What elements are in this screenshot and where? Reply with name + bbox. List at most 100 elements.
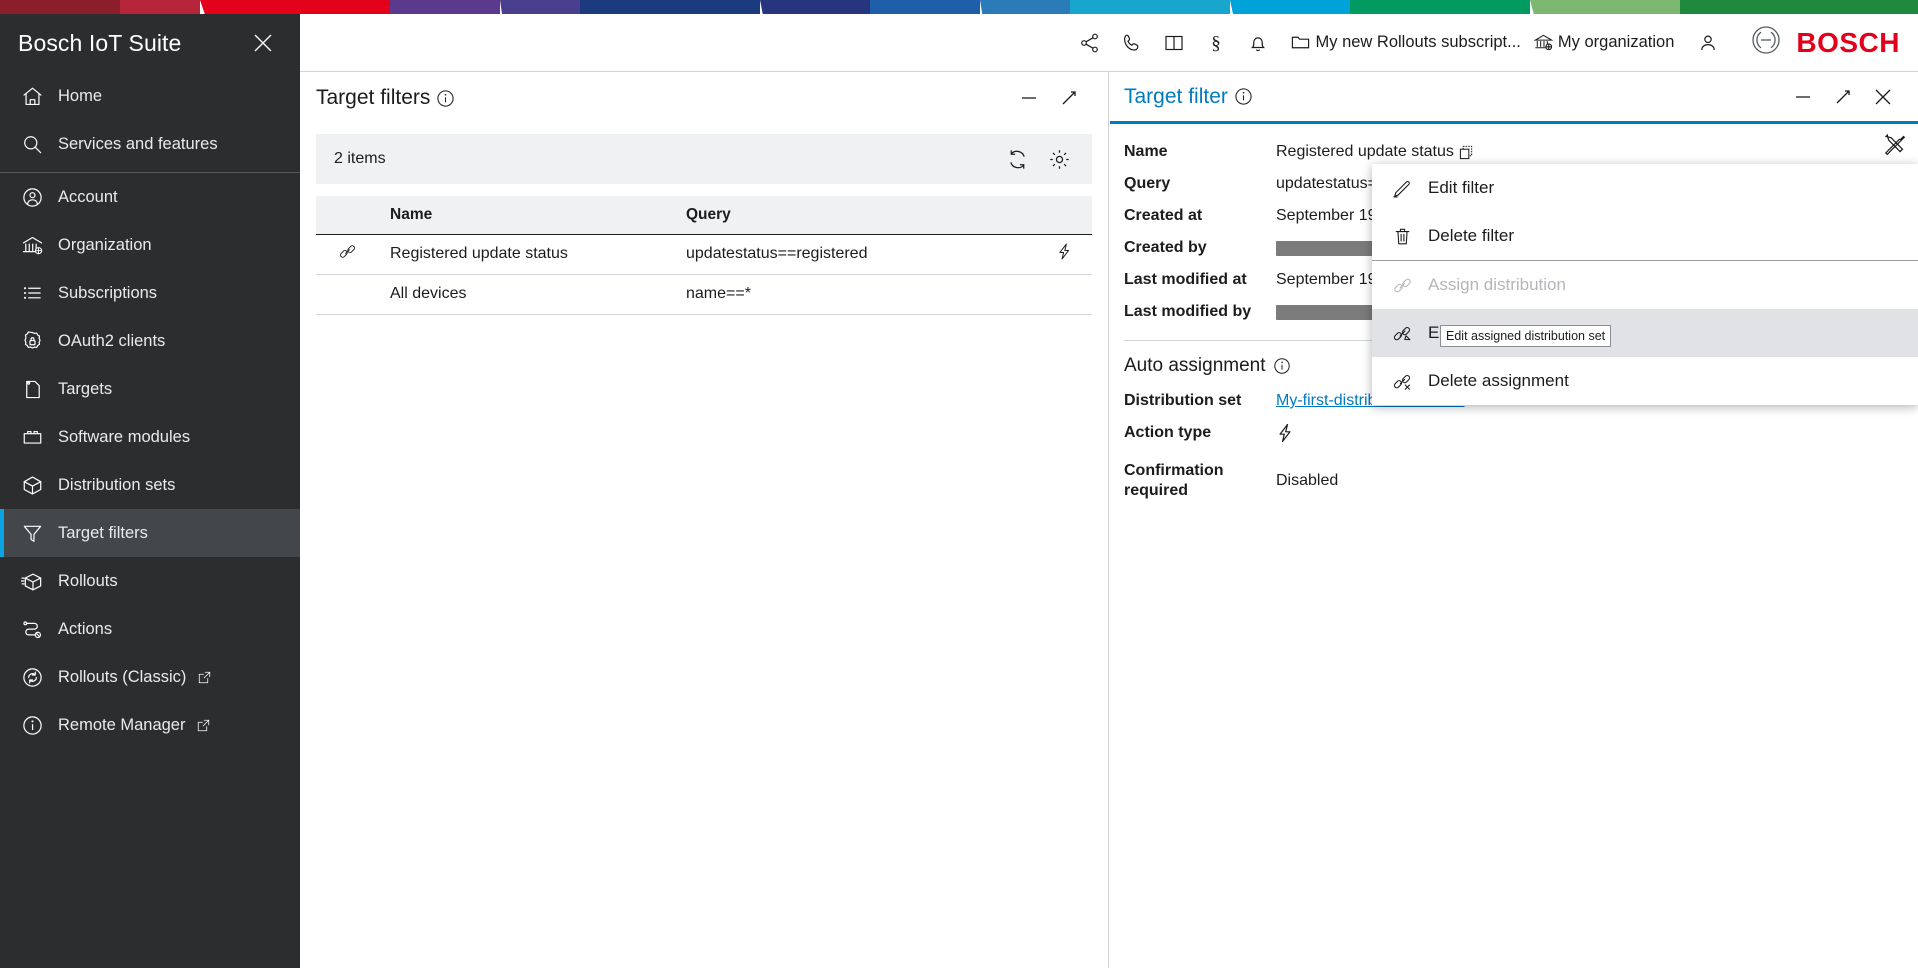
- link-edit-icon: [1386, 323, 1418, 344]
- context-menu: Edit filterDelete filterAssign distribut…: [1372, 164, 1918, 405]
- section-sign-icon[interactable]: §: [1196, 23, 1236, 63]
- supergraphic-segment: [1530, 0, 1680, 14]
- sidebar-item-targets[interactable]: Targets: [0, 365, 300, 413]
- sidebar-item-distribution-sets[interactable]: Distribution sets: [0, 461, 300, 509]
- row-link-icon-cell: [316, 274, 378, 314]
- table-row[interactable]: All devicesname==*: [316, 274, 1092, 314]
- supergraphic-segment: [1680, 0, 1918, 14]
- table-body: Registered update statusupdatestatus==re…: [316, 234, 1092, 314]
- confirmation-required-label: Confirmation required: [1124, 461, 1244, 501]
- share-icon[interactable]: [1070, 23, 1110, 63]
- subscription-label: My new Rollouts subscript...: [1315, 33, 1520, 52]
- refresh-icon[interactable]: [998, 140, 1036, 178]
- sidebar-title: Bosch IoT Suite: [18, 30, 250, 57]
- bell-icon[interactable]: [1238, 23, 1278, 63]
- sidebar-item-home[interactable]: Home: [0, 72, 300, 120]
- bolt-icon: [1055, 248, 1074, 265]
- user-icon[interactable]: [1688, 23, 1728, 63]
- link-icon: [1386, 275, 1418, 296]
- user-circle-icon: [18, 183, 46, 211]
- pencil-icon: [1386, 178, 1418, 199]
- copy-icon[interactable]: [1459, 145, 1474, 160]
- supergraphic-segment: [390, 0, 500, 14]
- auto-assignment-heading-text: Auto assignment: [1124, 355, 1266, 377]
- detail-label: Query: [1124, 174, 1276, 194]
- context-menu-item-label: Delete filter: [1428, 226, 1514, 246]
- context-menu-item-delete-assignment[interactable]: Delete assignment: [1372, 357, 1918, 405]
- expand-icon[interactable]: [1826, 80, 1860, 114]
- sidebar-item-organization[interactable]: Organization: [0, 221, 300, 269]
- sidebar: Bosch IoT Suite Home Services and feature…: [0, 14, 300, 968]
- context-menu-item-delete-filter[interactable]: Delete filter: [1372, 212, 1918, 260]
- sidebar-item-label: Actions: [58, 620, 112, 639]
- subscription-chip[interactable]: My new Rollouts subscript...: [1290, 32, 1520, 53]
- supergraphic-segment: [500, 0, 580, 14]
- sidebar-item-remote-manager[interactable]: Remote Manager: [0, 701, 300, 749]
- organization-chip[interactable]: My organization: [1533, 32, 1674, 53]
- supergraphic-segment: [0, 0, 120, 14]
- minimize-icon[interactable]: [1786, 80, 1820, 114]
- info-circle-filled-icon: [18, 711, 46, 739]
- sidebar-item-label: Services and features: [58, 135, 218, 154]
- sidebar-item-services-and-features[interactable]: Services and features: [0, 120, 300, 168]
- minimize-icon[interactable]: [1012, 81, 1046, 115]
- col-name: Name: [378, 196, 678, 234]
- link-broken-icon: [1386, 371, 1418, 392]
- gear-icon[interactable]: [1040, 140, 1078, 178]
- info-circle-icon[interactable]: [436, 89, 455, 108]
- row-action-icon-cell: [1015, 274, 1092, 314]
- page-title-text: Target filters: [316, 86, 430, 110]
- organization-label: My organization: [1558, 33, 1674, 52]
- close-icon[interactable]: [1866, 80, 1900, 114]
- box-icon: [18, 471, 46, 499]
- row-action-icon-cell: [1015, 234, 1092, 274]
- sidebar-item-rollouts-classic[interactable]: Rollouts (Classic): [0, 653, 300, 701]
- book-icon[interactable]: [1154, 23, 1194, 63]
- sidebar-item-label: Software modules: [58, 428, 190, 447]
- sidebar-item-label: Organization: [58, 236, 152, 255]
- sidebar-item-target-filters[interactable]: Target filters: [0, 509, 300, 557]
- close-icon[interactable]: [250, 30, 276, 56]
- phone-icon[interactable]: [1112, 23, 1152, 63]
- sidebar-item-oauth2-clients[interactable]: OAuth2 clients: [0, 317, 300, 365]
- list-icon: [18, 279, 46, 307]
- sidebar-item-rollouts[interactable]: Rollouts: [0, 557, 300, 605]
- sidebar-group: Home Services and features: [0, 72, 300, 168]
- sidebar-item-label: Account: [58, 188, 118, 207]
- sidebar-item-label: Distribution sets: [58, 476, 175, 495]
- detail-panel-title: Target filter: [1124, 85, 1253, 109]
- row-link-icon-cell: [316, 234, 378, 274]
- confirmation-required-value: Disabled: [1276, 461, 1900, 501]
- sidebar-item-software-modules[interactable]: Software modules: [0, 413, 300, 461]
- expand-icon[interactable]: [1052, 81, 1086, 115]
- detail-value: Registered update status: [1276, 142, 1900, 162]
- detail-panel-title-text: Target filter: [1124, 85, 1228, 109]
- row-query: updatestatus==registered: [678, 234, 1015, 274]
- rollout-icon: [18, 567, 46, 595]
- link-icon: [338, 248, 357, 265]
- info-circle-icon[interactable]: [1273, 357, 1291, 375]
- page-title: Target filters: [316, 86, 455, 110]
- detail-label: Last modified at: [1124, 270, 1276, 290]
- sidebar-item-account[interactable]: Account: [0, 173, 300, 221]
- table-header-row: Name Query: [316, 196, 1092, 234]
- supergraphic-segment: [1070, 0, 1230, 14]
- external-link-icon: [196, 669, 212, 685]
- supergraphic-segment: [760, 0, 870, 14]
- row-name: Registered update status: [378, 234, 678, 274]
- action-type-label: Action type: [1124, 423, 1276, 449]
- action-type-value-cell: [1276, 423, 1900, 449]
- context-menu-item-label: Delete assignment: [1428, 371, 1569, 391]
- refresh-circle-icon: [18, 663, 46, 691]
- sidebar-item-subscriptions[interactable]: Subscriptions: [0, 269, 300, 317]
- wrench-screwdriver-icon[interactable]: [1878, 128, 1912, 162]
- funnel-icon: [18, 519, 46, 547]
- detail-label: Created at: [1124, 206, 1276, 226]
- sidebar-item-actions[interactable]: Actions: [0, 605, 300, 653]
- info-circle-icon[interactable]: [1234, 87, 1253, 106]
- gear-lock-icon: [18, 327, 46, 355]
- table-row[interactable]: Registered update statusupdatestatus==re…: [316, 234, 1092, 274]
- context-menu-item-edit-filter[interactable]: Edit filter: [1372, 164, 1918, 212]
- sidebar-item-label: Subscriptions: [58, 284, 157, 303]
- detail-panel-header: Target filter: [1110, 72, 1918, 124]
